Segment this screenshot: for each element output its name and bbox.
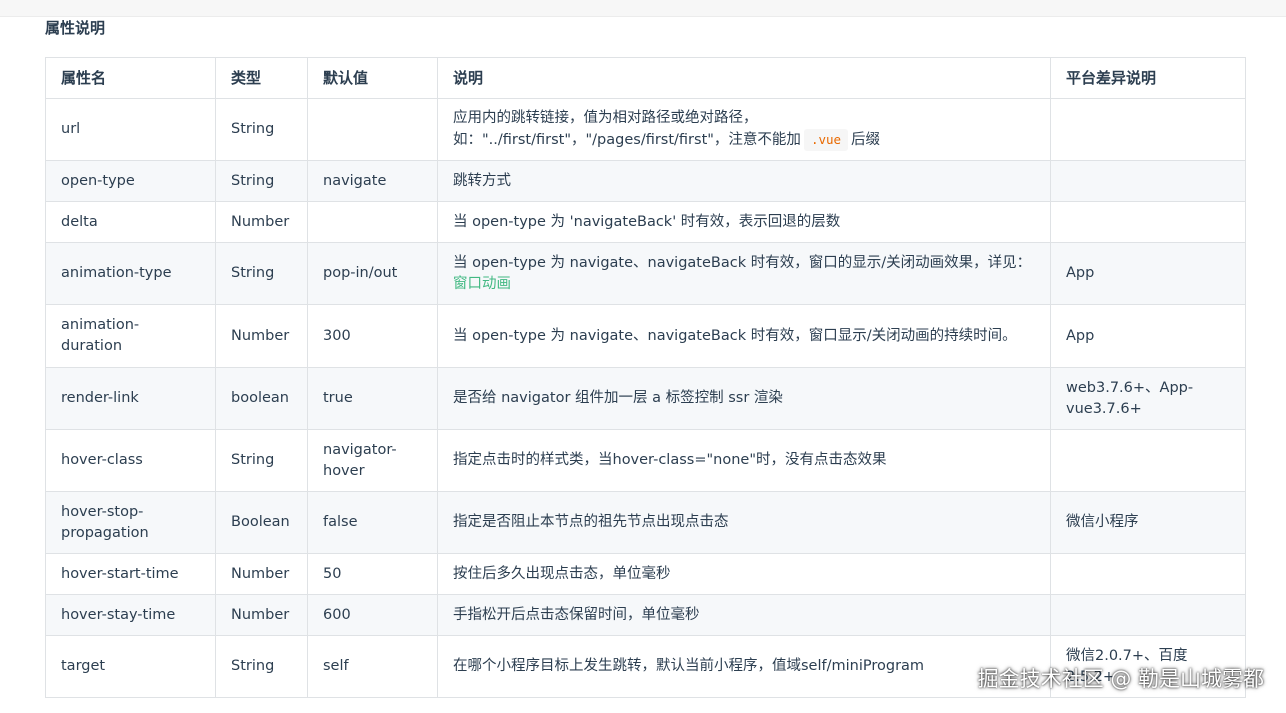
cell-platform: [1050, 594, 1246, 636]
cell-description: 当 open-type 为 navigate、navigateBack 时有效，…: [437, 304, 1051, 368]
window-animation-link[interactable]: 窗口动画: [453, 276, 511, 292]
table-row: animation-type String pop-in/out 当 open-…: [45, 242, 1246, 305]
cell-type: Number: [215, 304, 308, 368]
desc-text: 当 open-type 为 navigate、navigateBack 时有效，…: [453, 254, 1032, 271]
cell-default: pop-in/out: [307, 242, 438, 305]
desc-line1: 应用内的跳转链接，值为相对路径或绝对路径，: [453, 110, 758, 126]
cell-default: navigate: [307, 160, 438, 202]
cell-platform: [1050, 429, 1246, 492]
cell-type: Number: [215, 201, 308, 243]
cell-name: animation-type: [45, 242, 216, 305]
cell-name: delta: [45, 201, 216, 243]
properties-table: 属性名 类型 默认值 说明 平台差异说明 url String 应用内的跳转链接…: [45, 57, 1246, 698]
cell-type: Number: [215, 553, 308, 595]
cell-default: 300: [307, 304, 438, 368]
cell-platform: [1050, 553, 1246, 595]
table-row: hover-stay-time Number 600 手指松开后点击态保留时间，…: [45, 594, 1246, 636]
table-row: render-link boolean true 是否给 navigator 组…: [45, 367, 1246, 430]
cell-default: 600: [307, 594, 438, 636]
table-row: url String 应用内的跳转链接，值为相对路径或绝对路径， 如："../f…: [45, 98, 1246, 161]
cell-type: String: [215, 98, 308, 161]
header-description: 说明: [437, 57, 1051, 99]
cell-platform: App: [1050, 304, 1246, 368]
cell-type: Boolean: [215, 491, 308, 554]
table-row: hover-stop-propagation Boolean false 指定是…: [45, 491, 1246, 554]
table-row: hover-start-time Number 50 按住后多久出现点击态，单位…: [45, 553, 1246, 595]
cell-type: String: [215, 242, 308, 305]
header-attr-name: 属性名: [45, 57, 216, 99]
desc-line2-pre: 如："../first/first"，"/pages/first/first"，…: [453, 132, 801, 148]
cell-platform: [1050, 98, 1246, 161]
watermark: 掘金技术社区 @ 勒是山城雾都: [977, 667, 1264, 691]
cell-description: 当 open-type 为 navigate、navigateBack 时有效，…: [437, 242, 1051, 305]
cell-name: target: [45, 635, 216, 698]
cell-platform: [1050, 160, 1246, 202]
cell-default: 50: [307, 553, 438, 595]
cell-default: navigator-hover: [307, 429, 438, 492]
cell-description: 在哪个小程序目标上发生跳转，默认当前小程序，值域self/miniProgram: [437, 635, 1051, 698]
cell-description: 指定点击时的样式类，当hover-class="none"时，没有点击态效果: [437, 429, 1051, 492]
header-default: 默认值: [307, 57, 438, 99]
table-row: delta Number 当 open-type 为 'navigateBack…: [45, 201, 1246, 243]
cell-description: 应用内的跳转链接，值为相对路径或绝对路径， 如："../first/first"…: [437, 98, 1051, 161]
cell-name: url: [45, 98, 216, 161]
cell-name: render-link: [45, 367, 216, 430]
table-header-row: 属性名 类型 默认值 说明 平台差异说明: [45, 57, 1246, 99]
cell-description: 当 open-type 为 'navigateBack' 时有效，表示回退的层数: [437, 201, 1051, 243]
table-row: animation-duration Number 300 当 open-typ…: [45, 304, 1246, 368]
table-row: hover-class String navigator-hover 指定点击时…: [45, 429, 1246, 492]
top-bar: [0, 0, 1286, 17]
cell-name: hover-stay-time: [45, 594, 216, 636]
cell-platform: 微信小程序: [1050, 491, 1246, 554]
cell-type: String: [215, 160, 308, 202]
desc-line2-post: 后缀: [851, 132, 881, 148]
cell-platform: web3.7.6+、App-vue3.7.6+: [1050, 367, 1246, 430]
cell-platform: App: [1050, 242, 1246, 305]
cell-default: self: [307, 635, 438, 698]
cell-name: animation-duration: [45, 304, 216, 368]
cell-name: open-type: [45, 160, 216, 202]
cell-name: hover-stop-propagation: [45, 491, 216, 554]
table-row: open-type String navigate 跳转方式: [45, 160, 1246, 202]
header-type: 类型: [215, 57, 308, 99]
cell-default: true: [307, 367, 438, 430]
cell-platform: [1050, 201, 1246, 243]
cell-name: hover-class: [45, 429, 216, 492]
cell-description: 跳转方式: [437, 160, 1051, 202]
cell-default: [307, 98, 438, 161]
cell-description: 指定是否阻止本节点的祖先节点出现点击态: [437, 491, 1051, 554]
cell-type: Number: [215, 594, 308, 636]
cell-description: 按住后多久出现点击态，单位毫秒: [437, 553, 1051, 595]
cell-description: 手指松开后点击态保留时间，单位毫秒: [437, 594, 1051, 636]
cell-description: 是否给 navigator 组件加一层 a 标签控制 ssr 渲染: [437, 367, 1051, 430]
cell-type: boolean: [215, 367, 308, 430]
cell-type: String: [215, 429, 308, 492]
header-platform: 平台差异说明: [1050, 57, 1246, 99]
cell-type: String: [215, 635, 308, 698]
section-title: 属性说明: [45, 19, 106, 37]
cell-default: false: [307, 491, 438, 554]
cell-name: hover-start-time: [45, 553, 216, 595]
cell-default: [307, 201, 438, 243]
inline-code: .vue: [803, 129, 849, 151]
